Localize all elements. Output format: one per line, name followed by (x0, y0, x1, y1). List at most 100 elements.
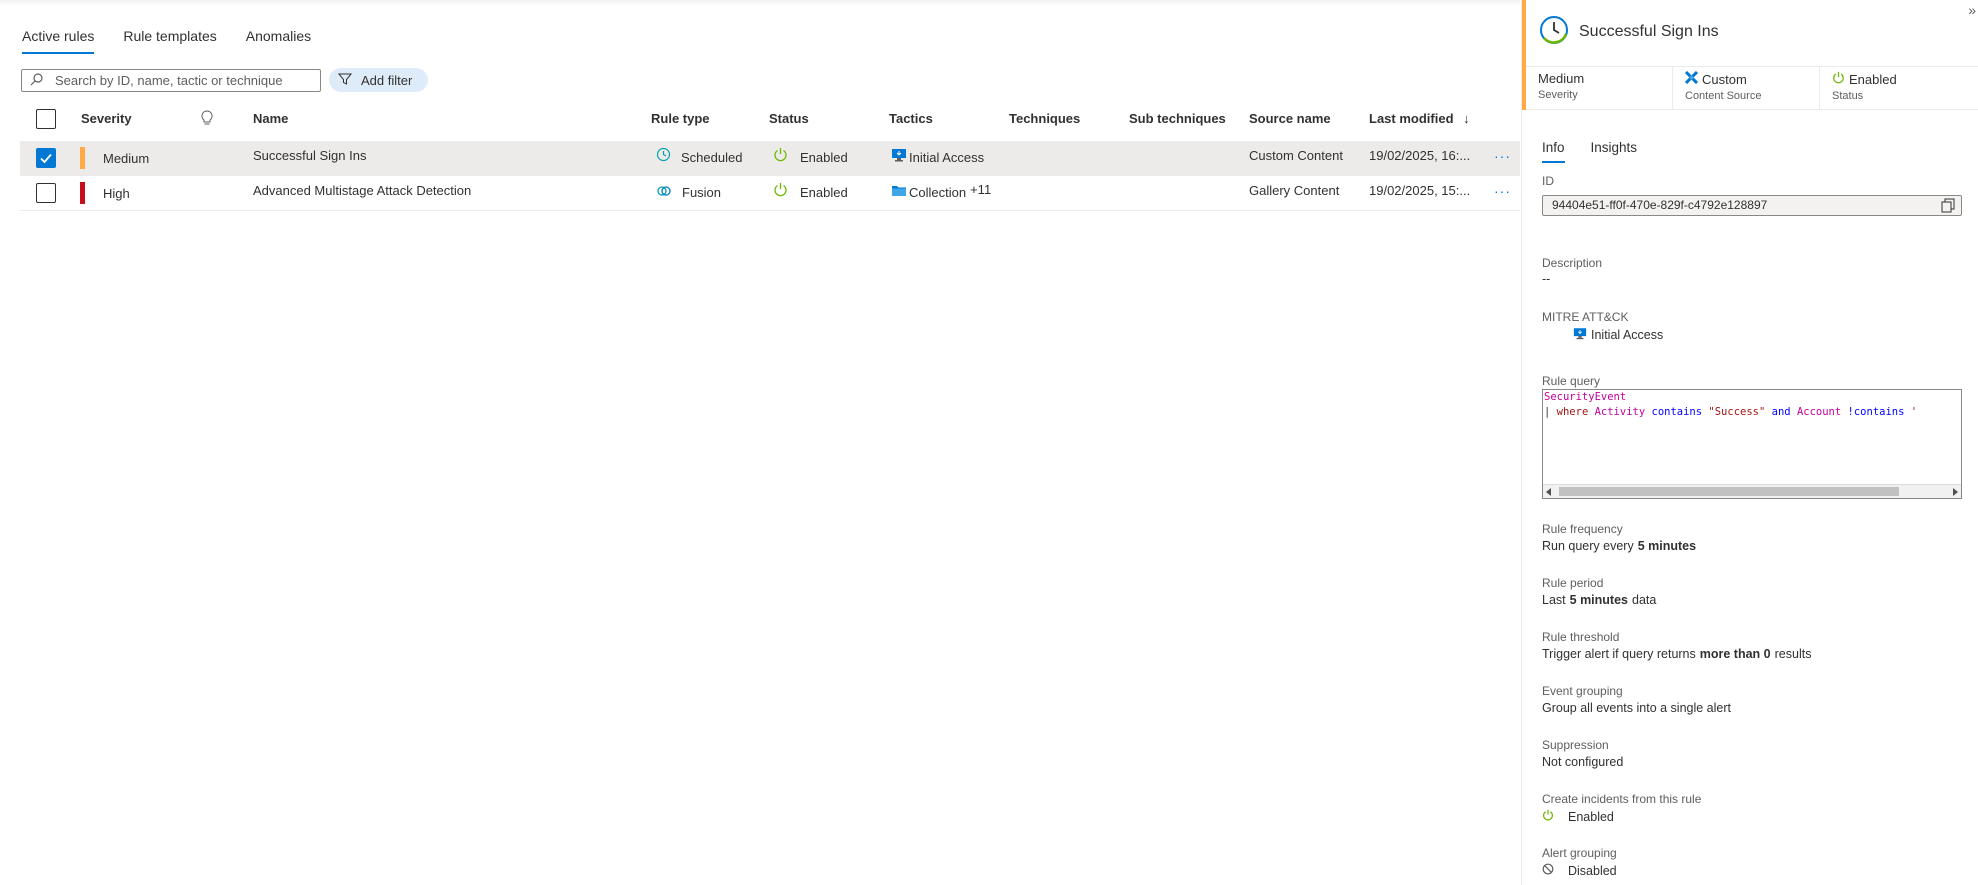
power-icon (1832, 71, 1845, 87)
tab-anomalies[interactable]: Anomalies (246, 28, 311, 54)
collection-folder-icon (891, 176, 907, 210)
search-input[interactable] (55, 73, 305, 88)
rule-query-editor[interactable]: SecurityEvent | where Activity contains … (1542, 389, 1962, 499)
suppression-label: Suppression (1542, 738, 1609, 752)
tactic-extra-count[interactable]: +11 (970, 173, 991, 207)
severity-indicator (80, 147, 85, 169)
row-checkbox[interactable] (36, 148, 56, 168)
initial-access-icon (1573, 327, 1587, 343)
period-amount: 5 minutes (1569, 593, 1628, 607)
tab-active-rules[interactable]: Active rules (22, 28, 95, 54)
status-cell: Enabled (773, 141, 848, 175)
status-text: Enabled (800, 185, 848, 200)
query-tail: ' (1910, 406, 1918, 418)
more-options-icon[interactable]: ··· (1494, 176, 1511, 206)
id-field[interactable]: 94404e51-ff0f-470e-829f-c4792e128897 (1542, 195, 1962, 216)
query-contains: contains (1651, 406, 1703, 418)
scroll-right-icon[interactable] (1953, 488, 1958, 496)
scroll-left-icon[interactable] (1546, 488, 1551, 496)
incidents-status-text: Enabled (1568, 809, 1614, 824)
rule-period-value: Last 5 minutes data (1542, 593, 1656, 607)
custom-content-icon (1684, 70, 1699, 87)
power-icon (1542, 809, 1554, 824)
create-incidents-label: Create incidents from this rule (1542, 792, 1702, 806)
summary-severity: Medium Severity (1526, 67, 1673, 109)
collapse-panel-icon[interactable]: » (1968, 2, 1976, 18)
table-row[interactable]: High Advanced Multistage Attack Detectio… (20, 176, 1520, 211)
rule-name[interactable]: Advanced Multistage Attack Detection (253, 174, 471, 208)
power-icon (773, 141, 788, 175)
search-box[interactable] (21, 69, 321, 92)
rule-threshold-label: Rule threshold (1542, 630, 1620, 644)
table-header: Severity Name Rule type Status Tactics T… (0, 104, 1520, 136)
add-filter-button[interactable]: Add filter (329, 68, 428, 92)
summary-status-value: Enabled (1849, 71, 1897, 87)
scheduled-clock-icon (1538, 14, 1570, 49)
mitre-label: MITRE ATT&CK (1542, 310, 1629, 324)
rule-type-cell: Fusion (656, 176, 721, 210)
query-line-2: | where Activity contains "Success" and … (1543, 405, 1961, 420)
tab-rule-templates[interactable]: Rule templates (123, 28, 216, 54)
rule-query-label: Rule query (1542, 374, 1601, 388)
threshold-prefix: Trigger alert if query returns (1542, 647, 1696, 661)
tactic-text: Initial Access (909, 150, 985, 165)
threshold-amount: more than 0 (1699, 647, 1771, 661)
query-field-account: Account (1796, 406, 1842, 418)
source-name-text: Gallery Content (1249, 183, 1340, 198)
rule-threshold-value: Trigger alert if query returns more than… (1542, 647, 1811, 661)
id-value: 94404e51-ff0f-470e-829f-c4792e128897 (1552, 198, 1768, 212)
query-not-contains: !contains (1847, 406, 1905, 418)
alert-grouping-status-text: Disabled (1568, 863, 1617, 878)
filter-icon (337, 72, 353, 89)
last-modified-label: Last modified (1369, 111, 1454, 126)
period-suffix: data (1632, 593, 1657, 607)
query-field-activity: Activity (1594, 406, 1646, 418)
row-checkbox[interactable] (36, 183, 56, 203)
rule-frequency-label: Rule frequency (1542, 522, 1623, 536)
create-incidents-value: Enabled (1542, 809, 1614, 824)
query-string-success: "Success" (1708, 406, 1766, 418)
table-row[interactable]: Medium Successful Sign Ins Scheduled Ena… (20, 141, 1520, 176)
select-all-checkbox[interactable] (36, 109, 56, 129)
panel-tabs: Info Insights (1542, 140, 1637, 163)
rule-details-panel: Successful Sign Ins » Medium Severity Cu… (1521, 0, 1978, 885)
disabled-icon (1542, 863, 1554, 878)
period-prefix: Last (1542, 593, 1566, 607)
lightbulb-icon[interactable] (201, 110, 213, 130)
description-value: -- (1542, 272, 1551, 286)
more-options-icon[interactable]: ··· (1494, 141, 1511, 171)
panel-title: Successful Sign Ins (1579, 23, 1719, 40)
sort-descending-icon: ↓ (1463, 111, 1470, 126)
summary-status-label: Status (1832, 90, 1864, 102)
rule-period-label: Rule period (1542, 576, 1604, 590)
alert-grouping-value: Disabled (1542, 863, 1617, 878)
description-label: Description (1542, 256, 1603, 270)
column-header-tactics[interactable]: Tactics (889, 104, 933, 133)
column-header-techniques[interactable]: Techniques (1009, 104, 1080, 133)
column-header-source-name[interactable]: Source name (1249, 104, 1331, 133)
column-header-status[interactable]: Status (769, 104, 809, 133)
search-icon (30, 72, 43, 89)
severity-text: High (103, 186, 130, 201)
summary-content-source-value: Custom (1702, 71, 1747, 87)
column-header-severity[interactable]: Severity (81, 104, 132, 133)
add-filter-label: Add filter (361, 72, 413, 88)
query-line-1: SecurityEvent (1543, 390, 1961, 405)
frequency-amount: 5 minutes (1637, 539, 1697, 553)
copy-icon[interactable] (1941, 198, 1955, 219)
rule-name[interactable]: Successful Sign Ins (253, 139, 366, 173)
tab-insights[interactable]: Insights (1591, 140, 1638, 163)
id-label: ID (1542, 174, 1554, 188)
tab-info[interactable]: Info (1542, 140, 1565, 163)
column-header-rule-type[interactable]: Rule type (651, 104, 710, 133)
mitre-tactic-text: Initial Access (1591, 328, 1664, 342)
column-header-name[interactable]: Name (253, 104, 288, 133)
column-header-last-modified[interactable]: Last modified ↓ (1369, 104, 1470, 133)
severity-text: Medium (103, 151, 150, 166)
summary-bar: Medium Severity Custom Content Source En… (1526, 66, 1978, 110)
scrollbar-thumb[interactable] (1559, 487, 1899, 496)
query-horizontal-scrollbar[interactable] (1543, 484, 1961, 498)
event-grouping-label: Event grouping (1542, 684, 1623, 698)
power-icon (773, 176, 788, 210)
column-header-sub-techniques[interactable]: Sub techniques (1129, 104, 1226, 133)
